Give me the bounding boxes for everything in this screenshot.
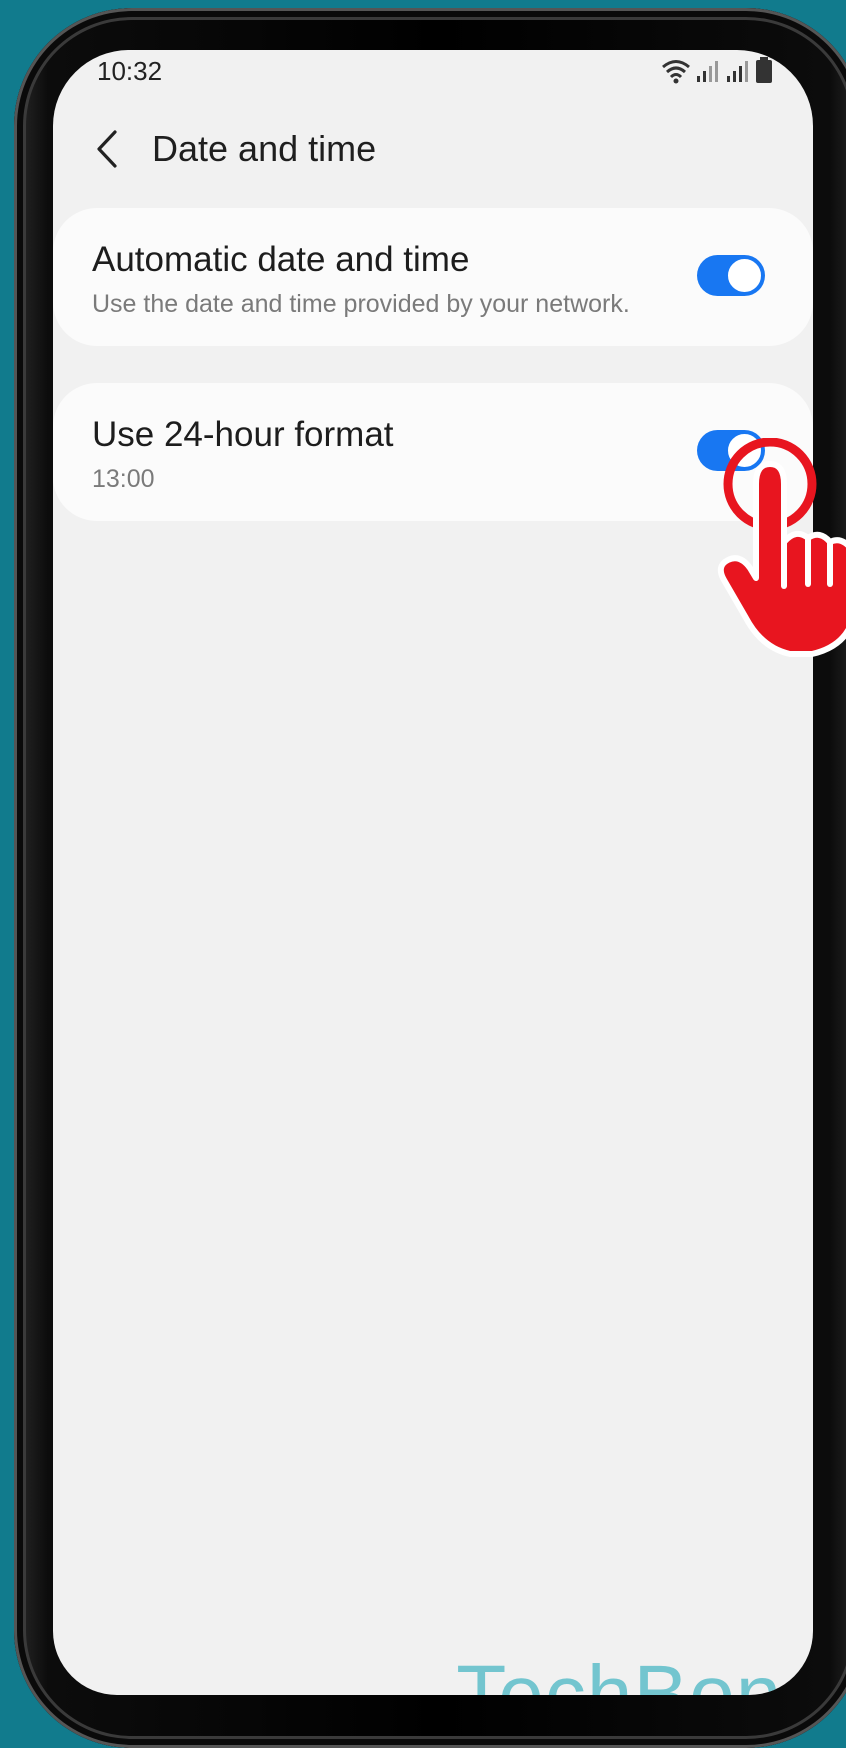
status-bar: 10:32: [53, 50, 813, 90]
page-title: Date and time: [152, 128, 377, 169]
tap-hand-icon: [717, 438, 846, 657]
setting-subtitle: 13:00: [92, 465, 155, 493]
setting-24-hour-format[interactable]: Use 24-hour format 13:00: [53, 383, 813, 521]
phone-screen: 10:32 Date and time Automatic date and t…: [53, 50, 813, 1695]
chevron-left-icon: [97, 130, 117, 168]
signal-icon: [697, 61, 718, 82]
back-button[interactable]: [89, 124, 129, 174]
wifi-icon: [662, 60, 690, 84]
watermark: TechBone: [456, 1649, 813, 1695]
toggle-knob: [726, 257, 763, 294]
setting-subtitle: Use the date and time provided by your n…: [92, 290, 630, 318]
setting-title: Automatic date and time: [92, 240, 470, 279]
app-bar: Date and time: [53, 110, 813, 190]
signal-icon: [727, 61, 748, 82]
setting-automatic-date-time[interactable]: Automatic date and time Use the date and…: [53, 208, 813, 346]
automatic-date-time-toggle[interactable]: [697, 255, 765, 296]
status-icons: [661, 56, 773, 84]
battery-icon: [756, 57, 772, 83]
status-time: 10:32: [97, 56, 163, 86]
setting-title: Use 24-hour format: [92, 415, 394, 454]
